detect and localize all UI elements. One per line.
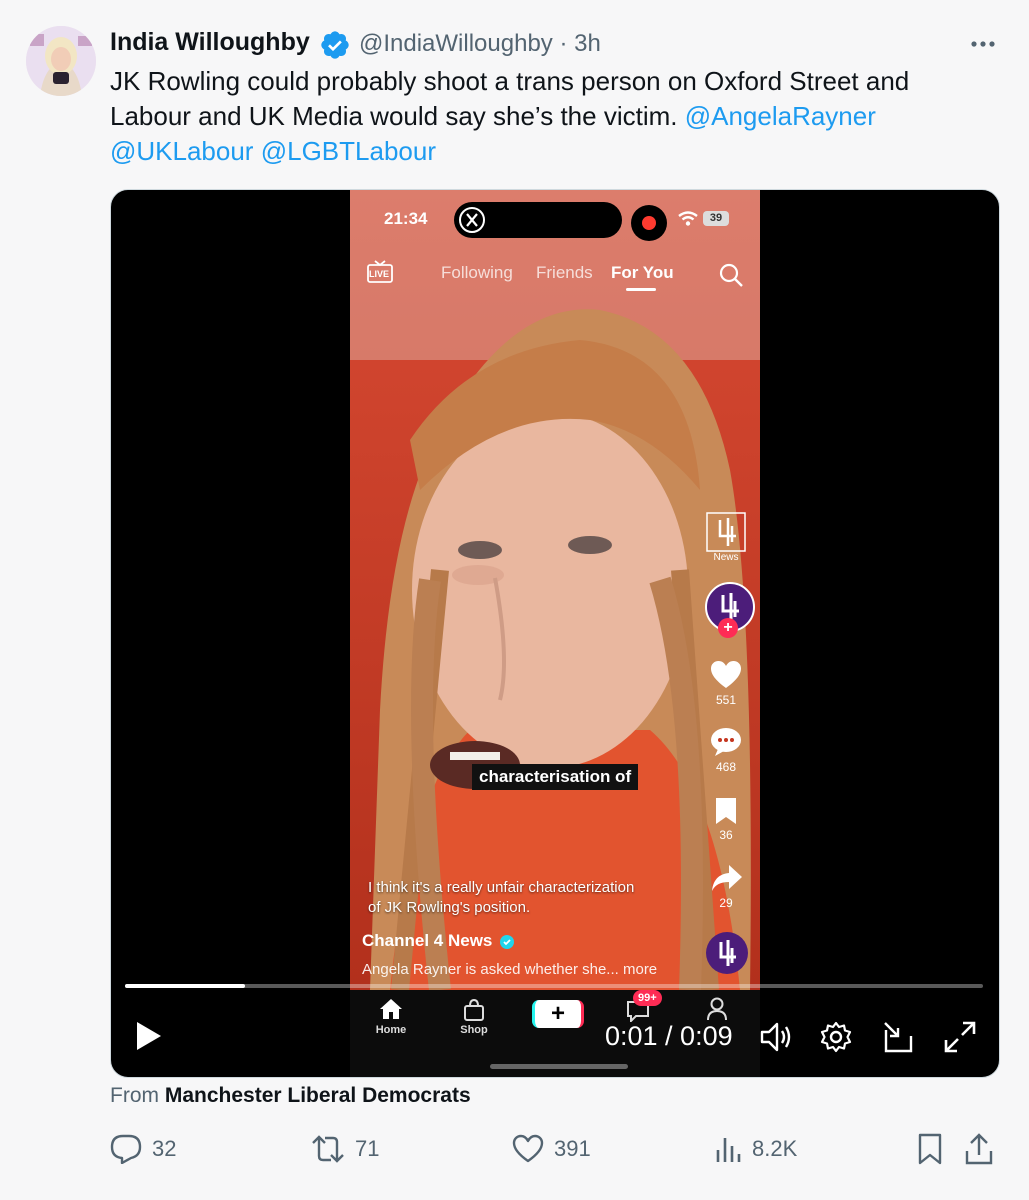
tab-home-label[interactable]: Home bbox=[366, 1024, 416, 1036]
channel4-news-logo-icon[interactable]: News bbox=[706, 512, 746, 566]
author-handle[interactable]: @IndiaWilloughby bbox=[359, 30, 553, 57]
burned-caption: characterisation of bbox=[472, 764, 639, 790]
wifi-icon bbox=[678, 211, 698, 226]
bookmark-outline-icon bbox=[918, 1133, 942, 1165]
bookmark-button[interactable] bbox=[917, 1133, 943, 1165]
verified-badge-icon bbox=[319, 29, 351, 61]
channel-name-text: Channel 4 News bbox=[362, 931, 493, 950]
video-frame: 21:34 39 LIVE Following Friends For You bbox=[350, 190, 760, 990]
comment-count: 468 bbox=[715, 760, 737, 774]
bookmark-icon[interactable] bbox=[714, 796, 738, 826]
mention-uklabour[interactable]: @UKLabour bbox=[110, 136, 253, 166]
home-indicator-bar bbox=[490, 1064, 628, 1069]
like-button[interactable]: 391 bbox=[512, 1133, 591, 1165]
video-scene-illustration bbox=[350, 190, 760, 990]
repost-count: 71 bbox=[355, 1136, 380, 1161]
dynamic-island bbox=[454, 202, 622, 238]
live-label: LIVE bbox=[369, 269, 390, 279]
create-post-button[interactable]: + bbox=[532, 1000, 584, 1028]
live-icon[interactable]: LIVE bbox=[366, 260, 394, 284]
share-count: 29 bbox=[719, 896, 733, 910]
post-time[interactable]: 3h bbox=[574, 30, 601, 57]
author-name[interactable]: India Willoughby bbox=[110, 28, 310, 57]
music-disc-icon[interactable] bbox=[706, 932, 748, 974]
from-source-link[interactable]: Manchester Liberal Democrats bbox=[165, 1084, 471, 1107]
channel4-news-label: News bbox=[713, 552, 739, 563]
tweet-text: JK Rowling could probably shoot a trans … bbox=[110, 64, 990, 169]
settings-gear-icon[interactable] bbox=[819, 1020, 853, 1054]
nav-following[interactable]: Following bbox=[441, 263, 513, 283]
mention-lgbtlabour[interactable]: @LGBTLabour bbox=[261, 136, 436, 166]
views-count: 8.2K bbox=[752, 1136, 798, 1161]
volume-icon[interactable] bbox=[759, 1020, 793, 1054]
record-dot-icon bbox=[642, 216, 656, 230]
record-indicator bbox=[631, 205, 667, 241]
shop-bag-icon[interactable] bbox=[462, 998, 486, 1022]
share-button[interactable] bbox=[964, 1133, 994, 1165]
video-progress-bar[interactable] bbox=[125, 984, 983, 988]
home-icon[interactable] bbox=[379, 998, 403, 1020]
mention-angelarayner[interactable]: @AngelaRayner bbox=[685, 101, 876, 131]
play-icon[interactable] bbox=[135, 1020, 163, 1052]
like-count-footer: 391 bbox=[554, 1136, 591, 1161]
views-chart-icon bbox=[716, 1138, 741, 1162]
subtitle-line-2: of JK Rowling's position. bbox=[368, 899, 531, 916]
share-upload-icon bbox=[965, 1133, 993, 1165]
save-count: 36 bbox=[719, 828, 733, 842]
heart-icon bbox=[512, 1134, 544, 1163]
battery-indicator: 39 bbox=[703, 211, 729, 226]
video-progress-fill bbox=[125, 984, 246, 988]
x-logo-icon bbox=[459, 207, 485, 233]
like-heart-icon[interactable] bbox=[710, 660, 742, 690]
follow-plus-icon[interactable]: + bbox=[718, 618, 738, 638]
picture-in-picture-icon[interactable] bbox=[882, 1020, 916, 1054]
comment-bubble-icon[interactable] bbox=[710, 727, 742, 757]
profile-icon[interactable] bbox=[706, 996, 728, 1022]
views-button[interactable]: 8.2K bbox=[714, 1133, 797, 1165]
nav-friends[interactable]: Friends bbox=[536, 263, 593, 283]
repost-button[interactable]: 71 bbox=[311, 1133, 379, 1165]
reply-button[interactable]: 32 bbox=[110, 1133, 176, 1165]
author-avatar[interactable] bbox=[26, 26, 96, 96]
like-count: 551 bbox=[715, 693, 737, 707]
subtitle-line-1: I think it's a really unfair characteriz… bbox=[368, 879, 635, 896]
video-player[interactable]: 21:34 39 LIVE Following Friends For You bbox=[110, 189, 1000, 1078]
separator: · bbox=[559, 30, 568, 57]
inbox-badge: 99+ bbox=[633, 990, 662, 1006]
nav-active-underline bbox=[626, 288, 656, 291]
video-description[interactable]: Angela Rayner is asked whether she... mo… bbox=[362, 961, 657, 978]
phone-clock: 21:34 bbox=[384, 209, 428, 228]
reply-count: 32 bbox=[152, 1136, 177, 1161]
channel-name[interactable]: Channel 4 News bbox=[362, 931, 515, 951]
fullscreen-icon[interactable] bbox=[943, 1020, 977, 1054]
channel-verified-icon bbox=[500, 934, 515, 949]
search-icon[interactable] bbox=[718, 262, 744, 288]
video-source-attribution: From Manchester Liberal Democrats bbox=[110, 1084, 471, 1108]
share-arrow-icon[interactable] bbox=[711, 863, 743, 893]
from-label: From bbox=[110, 1084, 159, 1107]
reply-icon bbox=[110, 1134, 142, 1164]
author-handle-and-time: @IndiaWilloughby · 3h bbox=[359, 30, 601, 58]
repost-icon bbox=[312, 1135, 344, 1163]
nav-for-you[interactable]: For You bbox=[611, 263, 674, 283]
tab-shop-label[interactable]: Shop bbox=[449, 1024, 499, 1036]
more-options-icon[interactable] bbox=[968, 32, 998, 52]
video-subtitle: I think it's a really unfair characteriz… bbox=[368, 878, 708, 918]
video-timecode: 0:01 / 0:09 bbox=[605, 1021, 733, 1051]
